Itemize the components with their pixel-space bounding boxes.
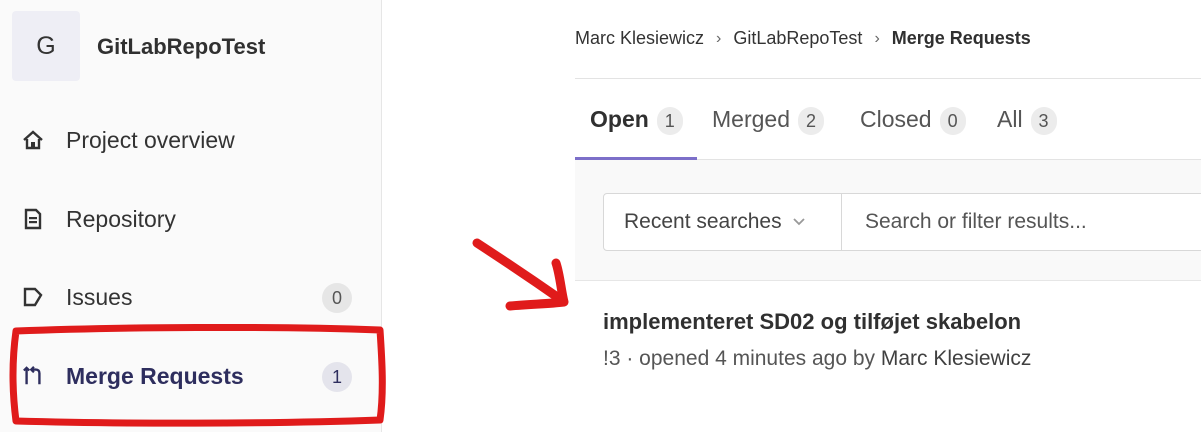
recent-searches-label: Recent searches <box>624 210 782 233</box>
project-name[interactable]: GitLabRepoTest <box>97 34 265 60</box>
filter-bar: Recent searches <box>575 160 1201 281</box>
sidebar-item-issues[interactable]: Issues 0 <box>22 275 362 319</box>
tab-count-badge: 2 <box>797 107 824 135</box>
breadcrumb-separator-icon: › <box>716 29 722 47</box>
sidebar-item-label: Repository <box>66 205 176 232</box>
merge-request-author[interactable]: Marc Klesiewicz <box>881 347 1032 370</box>
tab-count-badge: 0 <box>939 107 966 135</box>
sidebar-item-project-overview[interactable]: Project overview <box>22 118 362 162</box>
merge-request-icon <box>22 365 44 387</box>
merge-request-title[interactable]: implementeret SD02 og tilføjet skabelon <box>603 309 1021 335</box>
tab-label: Merged <box>712 106 790 132</box>
project-header[interactable]: G GitLabRepoTest <box>12 11 372 81</box>
merge-requests-count-badge: 1 <box>322 362 352 392</box>
annotation-arrow-icon <box>472 238 568 306</box>
tab-merged[interactable]: Merged 2 <box>712 100 824 160</box>
home-icon <box>22 129 44 151</box>
tab-count-badge: 1 <box>656 107 683 135</box>
breadcrumb-project[interactable]: GitLabRepoTest <box>733 28 862 49</box>
header-divider <box>575 78 1201 79</box>
sidebar-item-repository[interactable]: Repository <box>22 197 362 241</box>
chevron-down-icon <box>792 214 806 230</box>
tab-count-badge: 3 <box>1030 107 1057 135</box>
tab-all[interactable]: All 3 <box>997 100 1057 160</box>
merge-request-tabs: Open 1 Merged 2 Closed 0 All 3 <box>575 100 1201 160</box>
breadcrumb-user[interactable]: Marc Klesiewicz <box>575 28 704 49</box>
filter-box: Recent searches <box>603 193 1201 251</box>
file-icon <box>22 208 44 230</box>
breadcrumb: Marc Klesiewicz › GitLabRepoTest › Merge… <box>575 28 1031 49</box>
breadcrumb-separator-icon: › <box>874 29 880 47</box>
tab-closed[interactable]: Closed 0 <box>860 100 966 160</box>
annotation-arrowhead <box>505 258 569 311</box>
sidebar-item-label: Issues <box>66 283 133 310</box>
tab-open[interactable]: Open 1 <box>590 100 683 160</box>
project-avatar[interactable]: G <box>12 11 80 81</box>
issues-count-badge: 0 <box>322 283 352 313</box>
breadcrumb-current[interactable]: Merge Requests <box>892 28 1031 49</box>
sidebar: G GitLabRepoTest Project overview Reposi… <box>0 0 382 432</box>
sidebar-item-merge-requests[interactable]: Merge Requests 1 <box>22 354 362 398</box>
sidebar-item-label: Project overview <box>66 126 235 153</box>
tab-label: All <box>997 106 1023 132</box>
tab-label: Open <box>590 106 649 132</box>
search-input[interactable] <box>843 194 1201 250</box>
sidebar-item-label: Merge Requests <box>66 362 244 389</box>
recent-searches-dropdown[interactable]: Recent searches <box>604 194 842 250</box>
tab-label: Closed <box>860 106 932 132</box>
merge-request-meta-text: !3 · opened 4 minutes ago by <box>603 347 881 370</box>
issues-icon <box>22 286 44 308</box>
merge-request-meta: !3 · opened 4 minutes ago by Marc Klesie… <box>603 347 1031 371</box>
